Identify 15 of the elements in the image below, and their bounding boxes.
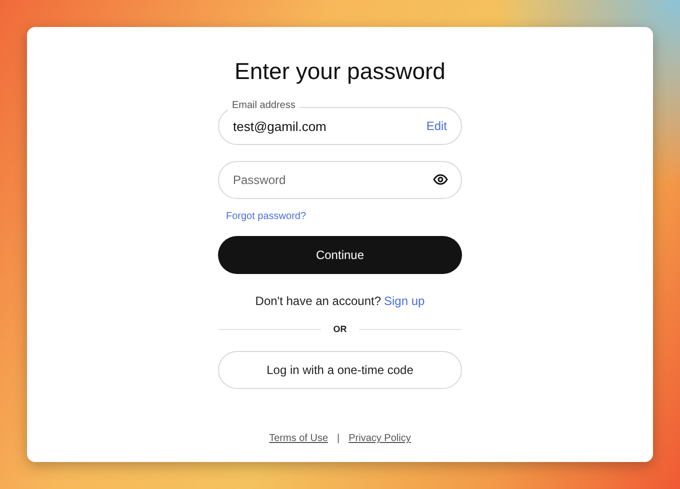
signup-link[interactable]: Sign up <box>384 294 425 308</box>
password-field[interactable]: Password <box>218 161 462 199</box>
continue-button[interactable]: Continue <box>218 236 462 274</box>
page-title: Enter your password <box>234 58 446 85</box>
edit-link[interactable]: Edit <box>426 119 447 133</box>
one-time-code-button[interactable]: Log in with a one-time code <box>218 351 462 389</box>
email-value: test@gamil.com <box>233 118 326 134</box>
footer-separator: | <box>337 433 340 444</box>
footer-link[interactable]: Privacy Policy <box>348 433 411 444</box>
signup-prompt: Don't have an account? <box>255 294 381 308</box>
eye-icon[interactable] <box>433 174 448 185</box>
footer-link[interactable]: Terms of Use <box>269 433 328 444</box>
forgot-password-link[interactable]: Forgot password? <box>226 211 306 222</box>
or-divider-label: OR <box>333 324 347 334</box>
email-label: Email address <box>228 100 300 111</box>
